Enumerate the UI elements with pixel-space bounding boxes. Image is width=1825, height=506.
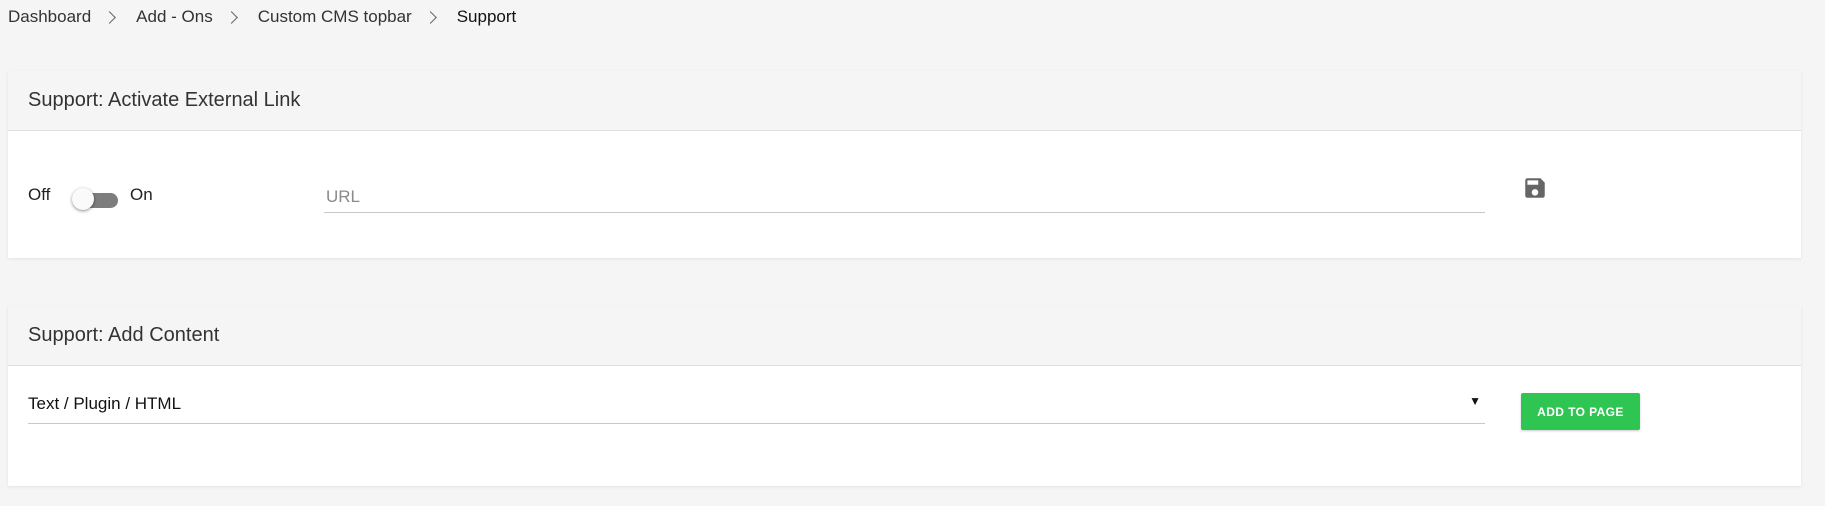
card-title: Support: Add Content [8,306,1801,366]
chevron-right-icon [103,10,117,24]
toggle-thumb [72,188,94,210]
add-to-page-button[interactable]: ADD TO PAGE [1521,393,1640,430]
breadcrumb-add-ons[interactable]: Add - Ons [136,7,213,27]
toggle-off-label: Off [28,185,51,204]
external-link-toggle[interactable] [72,187,118,213]
dropdown-arrow-icon: ▼ [1469,394,1481,408]
card-body: Text / Plugin / HTML ▼ ADD TO PAGE [8,366,1801,486]
select-value: Text / Plugin / HTML [28,394,182,413]
external-link-card: Support: Activate External Link Off On [8,71,1801,258]
chevron-right-icon [224,10,238,24]
breadcrumb-custom-cms-topbar[interactable]: Custom CMS topbar [258,7,412,27]
card-body: Off On [8,131,1801,258]
chevron-right-icon [423,10,437,24]
breadcrumb: Dashboard Add - Ons Custom CMS topbar Su… [8,6,516,28]
floppy-disk-icon [1525,178,1545,198]
breadcrumb-dashboard[interactable]: Dashboard [8,7,91,27]
card-title: Support: Activate External Link [8,71,1801,131]
url-input[interactable] [324,181,1485,213]
breadcrumb-support: Support [456,7,517,26]
add-content-card: Support: Add Content Text / Plugin / HTM… [8,306,1801,486]
content-type-select[interactable]: Text / Plugin / HTML ▼ [28,390,1485,424]
toggle-on-label: On [130,185,153,204]
save-button[interactable] [1522,175,1548,201]
